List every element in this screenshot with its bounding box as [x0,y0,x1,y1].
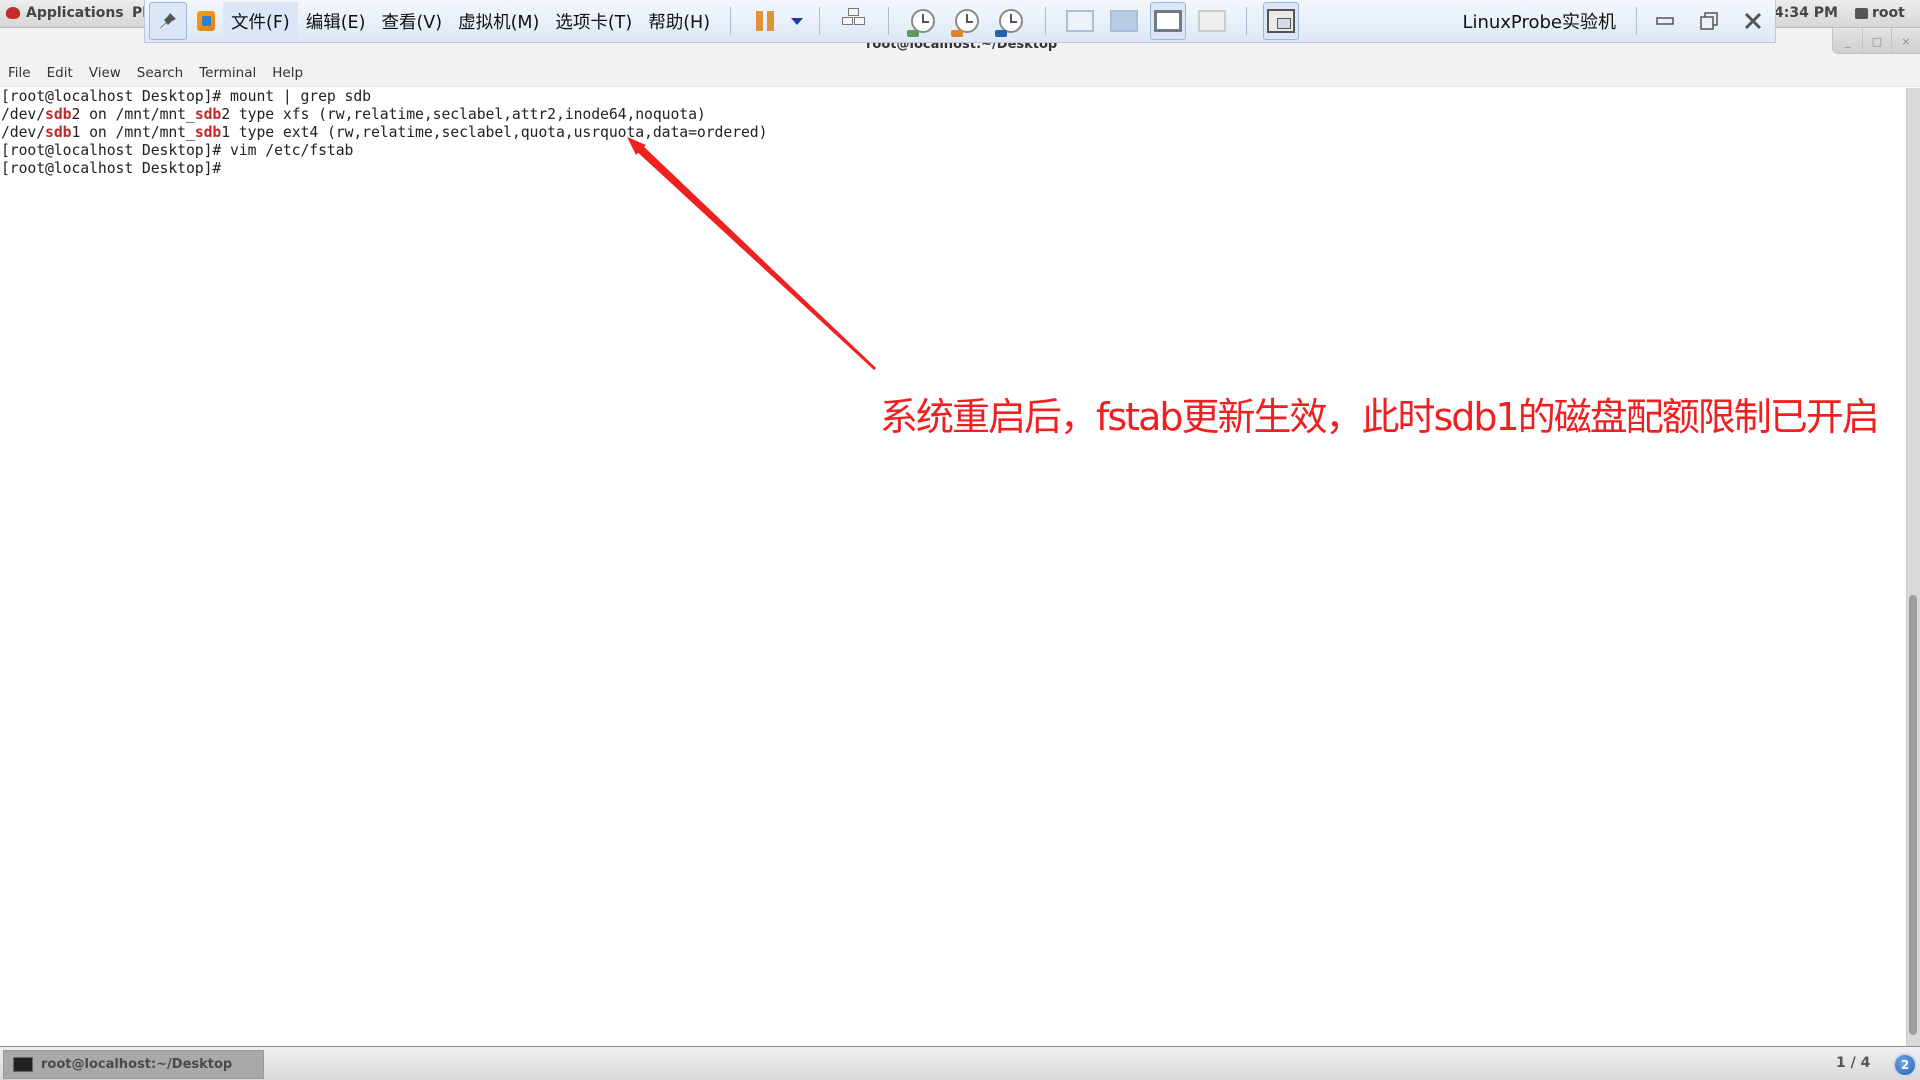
terminal-line: [root@localhost Desktop]# mount | grep s… [1,88,1906,106]
fullscreen-icon[interactable] [1150,2,1187,40]
library-view-icon[interactable] [1263,2,1300,40]
terminal-text-segment: [root@localhost Desktop]# [1,160,231,177]
menu-file[interactable]: File [8,65,31,81]
menu-terminal[interactable]: Terminal [199,65,256,81]
thumbnail-view-icon[interactable] [1106,2,1142,40]
vm-menu-vm[interactable]: 虚拟机(M) [450,2,547,40]
power-dropdown-icon[interactable] [787,2,807,40]
terminal-text-segment: [root@localhost Desktop]# mount | grep s… [1,88,371,105]
redhat-logo-icon [6,7,20,19]
terminal-text-segment: /dev/ [1,106,46,123]
vm-menu-file[interactable]: 文件(F) [223,2,298,40]
highlighted-match: sdb [45,106,72,123]
terminal-text-segment: 1 on /mnt/mnt_ [71,124,195,141]
console-view-icon[interactable] [1062,2,1098,40]
clock[interactable]: 4:34 PM [1774,5,1838,21]
vm-menu-view[interactable]: 查看(V) [373,2,450,40]
taskbar-item-terminal[interactable]: root@localhost:~/Desktop [3,1050,264,1079]
terminal-line: /dev/sdb2 on /mnt/mnt_sdb2 type xfs (rw,… [1,106,1906,124]
menu-search[interactable]: Search [137,65,183,81]
toolbar-separator [1636,7,1637,35]
terminal-text-segment: 2 type xfs (rw,relatime,seclabel,attr2,i… [221,106,706,123]
bottom-taskbar: root@localhost:~/Desktop 1 / 4 2 [0,1046,1920,1080]
menu-edit[interactable]: Edit [47,65,73,81]
annotation-text: 系统重启后，fstab更新生效，此时sdb1的磁盘配额限制已开启 [880,395,1880,439]
vm-close-icon[interactable] [1731,2,1775,40]
snapshot-take-icon[interactable] [905,2,941,40]
user-menu[interactable]: root [1855,5,1905,21]
window-controls: _ □ × [1832,28,1920,54]
menu-view[interactable]: View [89,65,121,81]
terminal-text-segment: 1 type ext4 (rw,relatime,seclabel,quota,… [221,124,768,141]
terminal-text-segment: [root@localhost Desktop]# vim /etc/fstab [1,142,354,159]
applications-menu[interactable]: Applications [6,5,124,21]
highlighted-match: sdb [194,124,222,141]
terminal-text-segment: /dev/ [1,124,46,141]
snapshot-revert-icon[interactable] [949,2,985,40]
terminal-output[interactable]: [root@localhost Desktop]# mount | grep s… [0,88,1906,1046]
terminal-text: [root@localhost Desktop]# mount | grep s… [0,88,1906,178]
vm-name: LinuxProbe实验机 [1462,12,1616,33]
pin-icon[interactable] [149,2,187,40]
send-ctrl-alt-del-icon[interactable] [836,2,872,40]
terminal-text-segment: 2 on /mnt/mnt_ [71,106,195,123]
pause-icon[interactable] [747,2,783,40]
terminal-line: [root@localhost Desktop]# vim /etc/fstab [1,142,1906,160]
scrollbar-thumb[interactable] [1909,595,1917,1035]
highlighted-match: sdb [45,124,72,141]
toolbar-separator [730,7,732,35]
vm-menu-help[interactable]: 帮助(H) [640,2,718,40]
toolbar-separator [819,7,821,35]
terminal-menubar: File Edit View Search Terminal Help [0,60,1920,87]
terminal-line: [root@localhost Desktop]# [1,160,1906,178]
unity-icon[interactable] [1194,2,1230,40]
user-name: root [1872,5,1905,21]
maximize-button[interactable]: □ [1862,28,1891,54]
notification-badge[interactable]: 2 [1893,1053,1917,1077]
vmware-logo-icon [197,11,215,31]
applications-label: Applications [26,5,124,21]
minimize-button[interactable]: _ [1833,28,1862,54]
vm-restore-icon[interactable] [1687,2,1731,40]
taskbar-item-label: root@localhost:~/Desktop [41,1057,233,1072]
toolbar-separator [1246,7,1248,35]
snapshot-manager-icon[interactable] [993,2,1029,40]
toolbar-separator [1045,7,1047,35]
vm-menu-tabs[interactable]: 选项卡(T) [547,2,640,40]
user-status-icon [1855,7,1868,19]
workspace-indicator[interactable]: 1 / 4 [1836,1055,1870,1071]
terminal-scrollbar[interactable] [1906,88,1920,1046]
highlighted-match: sdb [194,106,222,123]
terminal-line: /dev/sdb1 on /mnt/mnt_sdb1 type ext4 (rw… [1,124,1906,142]
vm-menu-edit[interactable]: 编辑(E) [298,2,374,40]
toolbar-separator [888,7,890,35]
terminal-icon [13,1057,33,1072]
vmware-toolbar: 文件(F) 编辑(E) 查看(V) 虚拟机(M) 选项卡(T) 帮助(H) Li… [144,0,1776,43]
vm-minimize-icon[interactable] [1643,2,1687,40]
close-button[interactable]: × [1891,28,1920,54]
menu-help[interactable]: Help [272,65,303,81]
